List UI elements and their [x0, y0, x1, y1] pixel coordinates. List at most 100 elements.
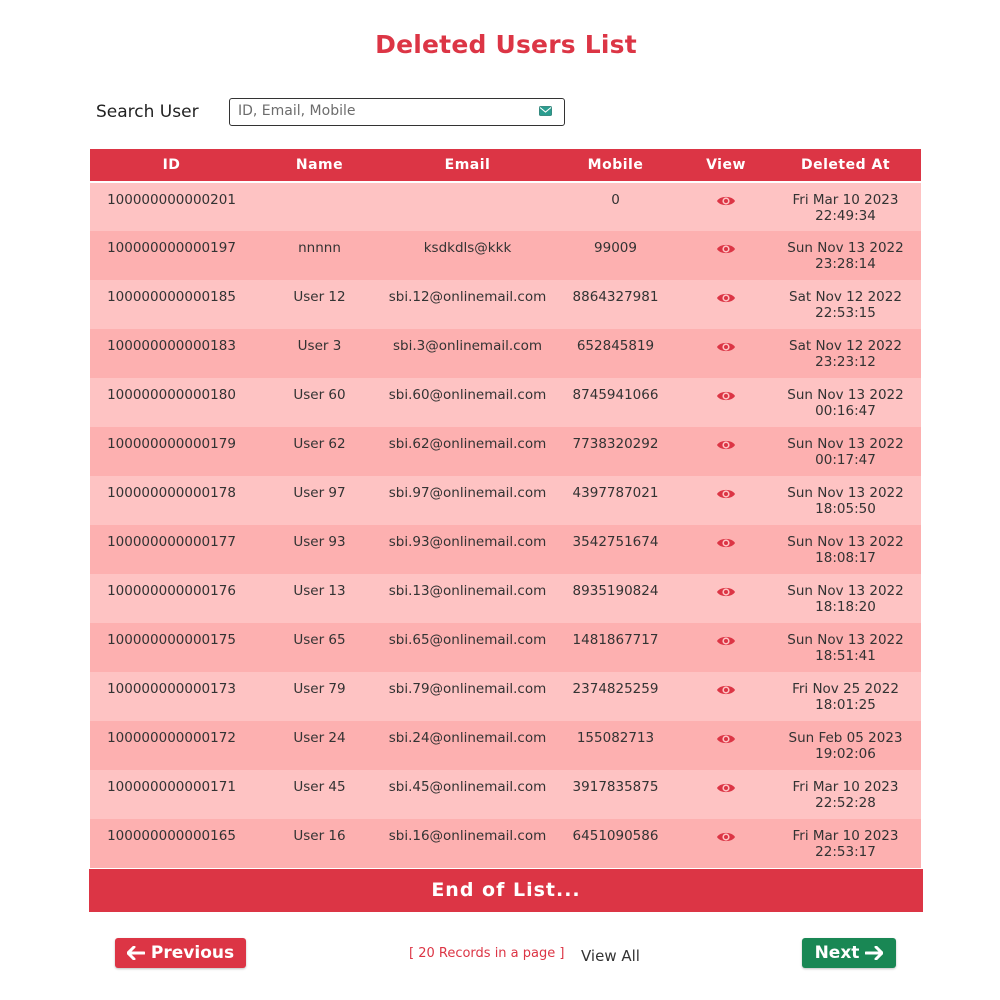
email-cell: sbi.45@onlinemail.com [388, 779, 547, 795]
deleted-at-cell: Fri Mar 10 2023 22:52:28 [792, 779, 899, 811]
deleted-at-cell: Fri Mar 10 2023 22:53:17 [792, 828, 899, 860]
deleted-at-cell: Sun Nov 13 2022 18:08:17 [787, 534, 904, 566]
eye-icon[interactable] [716, 194, 736, 208]
name-cell: nnnnn [298, 240, 341, 256]
search-label: Search User [96, 102, 199, 122]
header-name: Name [253, 149, 386, 183]
mobile-cell: 8935190824 [572, 583, 659, 599]
search-input[interactable] [230, 99, 528, 123]
view-cell[interactable] [682, 721, 770, 770]
view-cell[interactable] [682, 672, 770, 721]
view-cell[interactable] [682, 329, 770, 378]
name-cell [253, 182, 386, 231]
eye-icon[interactable] [716, 487, 736, 501]
name-cell: User 12 [293, 289, 346, 305]
table-row: 100000000000179 User 62 sbi.62@onlinemail.… [90, 427, 921, 476]
eye-icon[interactable] [716, 732, 736, 746]
header-deleted-at: Deleted At [770, 149, 921, 183]
id-cell: 100000000000180 [107, 387, 236, 403]
users-table-wrap: ID Name Email Mobile View Deleted At 100… [90, 149, 921, 868]
email-cell [386, 182, 549, 231]
email-cell: sbi.12@onlinemail.com [388, 289, 547, 305]
mobile-cell: 4397787021 [572, 485, 659, 501]
mobile-cell: 8745941066 [572, 387, 659, 403]
name-cell: User 97 [293, 485, 346, 501]
envelope-icon [539, 106, 552, 116]
email-cell: sbi.65@onlinemail.com [388, 632, 547, 648]
id-cell: 100000000000172 [107, 730, 236, 746]
id-cell: 100000000000173 [107, 681, 236, 697]
mobile-cell: 652845819 [576, 338, 655, 354]
id-cell: 100000000000178 [107, 485, 236, 501]
eye-icon[interactable] [716, 536, 736, 550]
view-cell[interactable] [682, 280, 770, 329]
view-cell[interactable] [682, 819, 770, 868]
name-cell: User 93 [293, 534, 346, 550]
eye-icon[interactable] [716, 830, 736, 844]
previous-button[interactable]: Previous [115, 938, 246, 968]
records-per-page-info: [ 20 Records in a page ] [409, 946, 565, 961]
id-cell: 100000000000165 [107, 828, 236, 844]
mobile-cell: 3542751674 [572, 534, 659, 550]
mobile-cell: 99009 [594, 240, 637, 256]
end-of-list-banner: End of List... [89, 869, 923, 912]
eye-icon[interactable] [716, 291, 736, 305]
name-cell: User 65 [293, 632, 346, 648]
deleted-users-table: ID Name Email Mobile View Deleted At 100… [90, 149, 921, 868]
deleted-at-cell: Sat Nov 12 2022 23:23:12 [789, 338, 902, 370]
deleted-at-cell: Sun Nov 13 2022 00:16:47 [787, 387, 904, 419]
eye-icon[interactable] [716, 438, 736, 452]
next-button[interactable]: Next [802, 938, 896, 968]
view-cell[interactable] [682, 182, 770, 231]
eye-icon[interactable] [716, 242, 736, 256]
table-row: 100000000000172 User 24 sbi.24@onlinemail.… [90, 721, 921, 770]
view-cell[interactable] [682, 476, 770, 525]
view-cell[interactable] [682, 770, 770, 819]
email-cell: sbi.16@onlinemail.com [388, 828, 547, 844]
search-row: Search User [96, 98, 565, 126]
deleted-at-cell: Sun Feb 05 2023 19:02:06 [788, 730, 903, 762]
view-cell[interactable] [682, 378, 770, 427]
email-cell: sbi.3@onlinemail.com [393, 338, 542, 354]
id-cell: 100000000000171 [107, 779, 236, 795]
deleted-at-cell: Sat Nov 12 2022 22:53:15 [789, 289, 902, 321]
view-cell[interactable] [682, 427, 770, 476]
id-cell: 100000000000197 [107, 240, 236, 256]
deleted-at-cell: Sun Nov 13 2022 00:17:47 [787, 436, 904, 468]
id-cell: 100000000000185 [107, 289, 236, 305]
email-cell: sbi.79@onlinemail.com [388, 681, 547, 697]
search-box[interactable] [229, 98, 565, 126]
page-title: Deleted Users List [375, 30, 637, 59]
mobile-cell: 8864327981 [572, 289, 659, 305]
deleted-at-cell: Sun Nov 13 2022 18:18:20 [787, 583, 904, 615]
deleted-at-cell: Sun Nov 13 2022 23:28:14 [787, 240, 904, 272]
table-row: 100000000000180 User 60 sbi.60@onlinemail.… [90, 378, 921, 427]
name-cell: User 24 [293, 730, 346, 746]
eye-icon[interactable] [716, 389, 736, 403]
email-cell: sbi.24@onlinemail.com [388, 730, 547, 746]
view-cell[interactable] [682, 231, 770, 280]
deleted-at-cell: Fri Mar 10 2023 22:49:34 [792, 192, 899, 224]
eye-icon[interactable] [716, 781, 736, 795]
header-email: Email [386, 149, 549, 183]
table-row: 100000000000176 User 13 sbi.13@onlinemail.… [90, 574, 921, 623]
table-row: 100000000000183 User 3 sbi.3@onlinemail.co… [90, 329, 921, 378]
deleted-at-cell: Fri Nov 25 2022 18:01:25 [792, 681, 899, 713]
name-cell: User 60 [293, 387, 346, 403]
eye-icon[interactable] [716, 340, 736, 354]
table-row: 100000000000201 0 Fri Mar 10 2023 22:49:34 [90, 182, 921, 231]
view-cell[interactable] [682, 623, 770, 672]
view-cell[interactable] [682, 525, 770, 574]
view-all-link[interactable]: View All [581, 947, 640, 965]
table-body: 100000000000201 0 Fri Mar 10 2023 22:49:34… [90, 182, 921, 868]
email-cell: sbi.13@onlinemail.com [388, 583, 547, 599]
table-row: 100000000000173 User 79 sbi.79@onlinemail.… [90, 672, 921, 721]
eye-icon[interactable] [716, 634, 736, 648]
eye-icon[interactable] [716, 683, 736, 697]
mobile-cell: 2374825259 [572, 681, 659, 697]
id-cell: 100000000000201 [107, 192, 236, 208]
previous-label: Previous [150, 943, 235, 963]
view-cell[interactable] [682, 574, 770, 623]
deleted-at-cell: Sun Nov 13 2022 18:05:50 [787, 485, 904, 517]
eye-icon[interactable] [716, 585, 736, 599]
